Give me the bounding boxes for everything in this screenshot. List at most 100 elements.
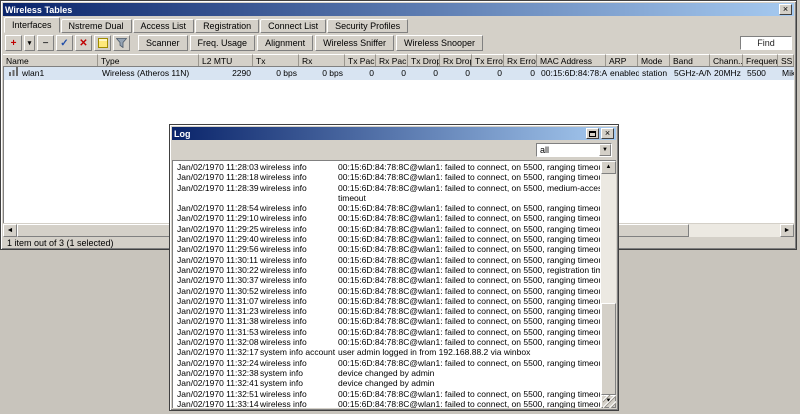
log-row[interactable]: Jan/02/1970 11:29:25 wireless info 00:15… xyxy=(174,224,600,234)
log-row[interactable]: Jan/02/1970 11:30:37 wireless info 00:15… xyxy=(174,275,600,285)
column-header-tx[interactable]: Tx xyxy=(253,54,299,66)
minus-icon: − xyxy=(42,37,49,49)
log-row[interactable]: Jan/02/1970 11:30:22 wireless info 00:15… xyxy=(174,265,600,275)
wireless-snooper-button[interactable]: Wireless Snooper xyxy=(395,35,483,51)
column-header-rx-errors[interactable]: Rx Errors xyxy=(504,54,537,66)
log-row[interactable]: Jan/02/1970 11:30:52 wireless info 00:15… xyxy=(174,286,600,296)
scroll-up-button[interactable]: ▲ xyxy=(601,161,616,174)
wireless-tables-titlebar[interactable]: Wireless Tables × xyxy=(3,3,794,16)
enable-button[interactable]: ✓ xyxy=(56,35,73,51)
alignment-button[interactable]: Alignment xyxy=(257,35,314,51)
cross-icon: ✕ xyxy=(79,37,88,49)
tab-connect-list[interactable]: Connect List xyxy=(260,19,327,33)
column-header-ssid[interactable]: SSI... xyxy=(778,54,794,66)
log-row[interactable]: Jan/02/1970 11:29:40 wireless info 00:15… xyxy=(174,234,600,244)
log-filter-select[interactable]: all ▼ xyxy=(536,143,612,157)
column-header-arp[interactable]: ARP xyxy=(606,54,638,66)
column-header-band[interactable]: Band xyxy=(670,54,710,66)
log-row[interactable]: Jan/02/1970 11:28:18 wireless info 00:15… xyxy=(174,172,600,182)
log-row[interactable]: Jan/02/1970 11:31:23 wireless info 00:15… xyxy=(174,306,600,316)
log-row[interactable]: Jan/02/1970 11:32:17 system info account… xyxy=(174,347,600,357)
column-header-mode[interactable]: Mode xyxy=(638,54,670,66)
log-message: 00:15:6D:84:78:8C@wlan1: failed to conne… xyxy=(338,316,600,327)
log-topics: wireless info xyxy=(260,337,307,348)
tab-interfaces[interactable]: Interfaces xyxy=(4,17,60,33)
interfaces-table-header: Name Type L2 MTU Tx Rx Tx Pac... Rx Pac.… xyxy=(3,54,794,67)
log-message: 00:15:6D:84:78:8C@wlan1: failed to conne… xyxy=(338,244,600,255)
log-topics: wireless info xyxy=(260,223,307,234)
column-header-tx-drops[interactable]: Tx Drops xyxy=(408,54,440,66)
log-row[interactable]: Jan/02/1970 11:32:08 wireless info 00:15… xyxy=(174,337,600,347)
log-row[interactable]: Jan/02/1970 11:28:39 wireless info 00:15… xyxy=(174,183,600,193)
find-input[interactable]: Find xyxy=(740,36,792,50)
column-header-type[interactable]: Type xyxy=(98,54,199,66)
log-message: 00:15:6D:84:78:8C@wlan1: failed to conne… xyxy=(338,388,600,399)
freq-usage-button[interactable]: Freq. Usage xyxy=(189,35,256,51)
log-row[interactable]: Jan/02/1970 11:30:11 wireless info 00:15… xyxy=(174,255,600,265)
disable-button[interactable]: ✕ xyxy=(75,35,92,51)
remove-button[interactable]: − xyxy=(37,35,54,51)
log-row[interactable]: timeout xyxy=(174,193,600,203)
scanner-button[interactable]: Scanner xyxy=(138,35,188,51)
log-row[interactable]: Jan/02/1970 11:28:03 wireless info 00:15… xyxy=(174,162,600,172)
column-header-rx-packet[interactable]: Rx Pac... xyxy=(376,54,408,66)
log-topics: wireless info xyxy=(260,162,307,172)
tab-security-profiles[interactable]: Security Profiles xyxy=(327,19,409,33)
log-row[interactable]: Jan/02/1970 11:32:24 wireless info 00:15… xyxy=(174,358,600,368)
log-titlebar[interactable]: Log × xyxy=(172,127,616,140)
scroll-right-button[interactable]: ► xyxy=(780,224,794,237)
column-header-rx-drops[interactable]: Rx Drops xyxy=(440,54,472,66)
log-close-button[interactable]: × xyxy=(601,128,614,139)
cell-band: 5GHz-A/N xyxy=(674,68,711,78)
chevron-down-icon[interactable]: ▼ xyxy=(599,144,611,156)
log-row[interactable]: Jan/02/1970 11:29:56 wireless info 00:15… xyxy=(174,244,600,254)
tab-registration[interactable]: Registration xyxy=(195,19,260,33)
cell-frequency: 5500 xyxy=(747,68,766,78)
cell-tx-errors: 0 xyxy=(497,68,502,78)
column-header-tx-errors[interactable]: Tx Errors xyxy=(472,54,504,66)
add-dropdown-button[interactable]: ▾ xyxy=(24,35,35,51)
maximize-button[interactable] xyxy=(586,128,599,139)
log-row[interactable]: Jan/02/1970 11:32:38 system info device … xyxy=(174,368,600,378)
column-header-mac-address[interactable]: MAC Address xyxy=(537,54,606,66)
log-message: 00:15:6D:84:78:8C@wlan1: failed to conne… xyxy=(338,326,600,337)
tab-nstreme-dual[interactable]: Nstreme Dual xyxy=(60,19,132,33)
column-header-frequency[interactable]: Frequen... xyxy=(743,54,778,66)
log-window-title: Log xyxy=(174,128,191,139)
log-time xyxy=(174,193,260,203)
log-row[interactable]: Jan/02/1970 11:31:53 wireless info 00:15… xyxy=(174,327,600,337)
wireless-sniffer-button[interactable]: Wireless Sniffer xyxy=(315,35,394,51)
log-row[interactable]: Jan/02/1970 11:31:07 wireless info 00:15… xyxy=(174,296,600,306)
column-header-l2mtu[interactable]: L2 MTU xyxy=(199,54,253,66)
column-header-channel[interactable]: Chann... xyxy=(710,54,743,66)
scroll-left-button[interactable]: ◄ xyxy=(3,224,17,237)
log-row[interactable]: Jan/02/1970 11:32:41 system info device … xyxy=(174,378,600,388)
log-list[interactable]: Jan/02/1970 11:28:03 wireless info 00:15… xyxy=(174,162,600,408)
filter-button[interactable] xyxy=(113,35,130,51)
column-header-name[interactable]: Name xyxy=(3,54,98,66)
log-window: Log × all ▼ Jan/02/1970 11:28:03 wireles… xyxy=(169,124,619,411)
close-button[interactable]: × xyxy=(779,4,792,15)
log-message: 00:15:6D:84:78:8C@wlan1: failed to conne… xyxy=(338,203,600,214)
log-row[interactable]: Jan/02/1970 11:28:54 wireless info 00:15… xyxy=(174,203,600,213)
tab-access-list[interactable]: Access List xyxy=(132,19,195,33)
vertical-scrollbar-thumb[interactable] xyxy=(601,303,616,395)
log-message: device changed by admin xyxy=(338,367,435,378)
add-button[interactable]: + xyxy=(5,35,22,51)
log-row[interactable]: Jan/02/1970 11:31:38 wireless info 00:15… xyxy=(174,316,600,326)
log-row[interactable]: Jan/02/1970 11:32:51 wireless info 00:15… xyxy=(174,389,600,399)
log-topics: wireless info xyxy=(260,172,307,183)
column-header-tx-packet[interactable]: Tx Pac... xyxy=(345,54,376,66)
maximize-icon xyxy=(589,131,596,137)
log-row[interactable]: Jan/02/1970 11:29:10 wireless info 00:15… xyxy=(174,213,600,223)
log-time: Jan/02/1970 11:32:51 xyxy=(177,388,259,399)
log-row[interactable]: Jan/02/1970 11:33:14 wireless info 00:15… xyxy=(174,399,600,408)
comment-button[interactable] xyxy=(94,35,111,51)
log-message: device changed by admin xyxy=(338,378,435,389)
log-topics: wireless info xyxy=(260,203,307,214)
resize-grip[interactable] xyxy=(603,395,616,408)
column-header-rx[interactable]: Rx xyxy=(299,54,345,66)
table-row-wlan1[interactable]: wlan1 Wireless (Atheros 11N) 2290 0 bps … xyxy=(4,67,794,80)
cell-rx-packet: 0 xyxy=(401,68,406,78)
vertical-scrollbar[interactable]: ▲ ▼ xyxy=(601,161,616,408)
